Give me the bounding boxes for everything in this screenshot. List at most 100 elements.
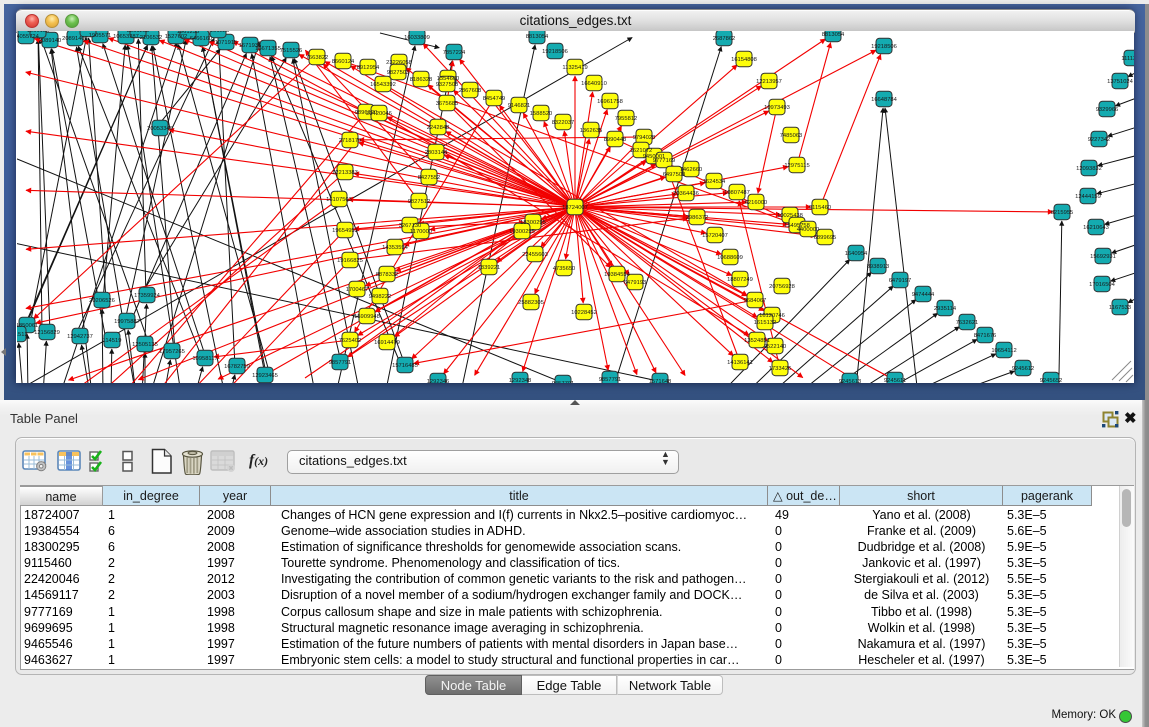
svg-text:2986372: 2986372	[686, 215, 709, 221]
svg-text:22455603: 22455603	[522, 252, 548, 258]
svg-text:8912954: 8912954	[357, 65, 380, 71]
svg-text:4400000: 4400000	[797, 227, 820, 233]
svg-text:1170000: 1170000	[410, 229, 432, 235]
svg-text:20364436: 20364436	[673, 191, 699, 197]
svg-text:18300295: 18300295	[520, 220, 546, 226]
svg-text:1066133: 1066133	[27, 31, 50, 34]
svg-text:8471676: 8471676	[974, 333, 997, 339]
svg-text:9827512: 9827512	[408, 199, 431, 205]
svg-text:16120746: 16120746	[759, 313, 785, 319]
svg-text:2687862: 2687862	[713, 36, 736, 42]
svg-text:6479193: 6479193	[624, 280, 647, 286]
svg-text:12156829: 12156829	[34, 330, 60, 336]
svg-text:12093832: 12093832	[1076, 166, 1102, 172]
svg-text:10958117: 10958117	[192, 356, 217, 362]
svg-text:7625402: 7625402	[339, 338, 362, 344]
svg-text:19384554: 19384554	[604, 272, 631, 278]
svg-text:2242848: 2242848	[427, 125, 450, 131]
svg-text:12923465: 12923465	[252, 373, 278, 379]
svg-text:19300295: 19300295	[509, 229, 535, 235]
svg-text:8813054: 8813054	[822, 32, 845, 38]
svg-text:18807249: 18807249	[727, 277, 753, 283]
svg-text:6466160: 6466160	[190, 36, 213, 42]
svg-text:1905571: 1905571	[89, 33, 112, 39]
svg-text:7955812: 7955812	[615, 116, 638, 122]
svg-text:1292348: 1292348	[509, 378, 532, 383]
svg-text:8215955: 8215955	[1051, 210, 1074, 216]
svg-text:12975115: 12975115	[784, 163, 809, 169]
svg-text:8660124: 8660124	[332, 59, 355, 65]
svg-text:16914479: 16914479	[374, 340, 400, 346]
svg-text:1733426: 1733426	[769, 366, 792, 372]
svg-text:12505135: 12505135	[132, 342, 158, 348]
svg-text:12444159: 12444159	[1075, 194, 1101, 200]
svg-text:13751024: 13751024	[1107, 79, 1134, 85]
svg-text:1961235: 1961235	[177, 31, 200, 35]
svg-text:9245612: 9245612	[1012, 366, 1035, 372]
svg-text:6216000: 6216000	[745, 200, 768, 206]
svg-text:7515526: 7515526	[280, 48, 303, 54]
svg-text:7485063: 7485063	[780, 133, 803, 139]
svg-text:8186328: 8186328	[410, 77, 433, 83]
svg-text:2718170: 2718170	[339, 138, 362, 144]
svg-text:16154808: 16154808	[731, 57, 757, 63]
svg-text:9329966: 9329966	[1096, 107, 1119, 113]
svg-text:1700467: 1700467	[346, 287, 369, 293]
svg-text:2935114: 2935114	[934, 306, 957, 312]
svg-text:10654112: 10654112	[991, 348, 1016, 354]
svg-text:6497508: 6497508	[663, 172, 686, 178]
svg-text:25882305: 25882305	[518, 300, 544, 306]
svg-text:9827503: 9827503	[387, 70, 410, 76]
svg-text:10807487: 10807487	[724, 190, 750, 196]
svg-text:19218506: 19218506	[542, 49, 568, 55]
svg-text:6899695: 6899695	[814, 235, 837, 241]
svg-text:9146821: 9146821	[508, 103, 531, 109]
svg-text:2867608: 2867608	[459, 88, 482, 94]
svg-text:1571648: 1571648	[649, 379, 672, 383]
svg-text:4735650: 4735650	[553, 266, 576, 272]
svg-text:16107563: 16107563	[326, 197, 352, 203]
svg-text:23226058: 23226058	[386, 60, 412, 66]
svg-text:18724007: 18724007	[562, 205, 588, 211]
svg-text:9794028: 9794028	[633, 135, 656, 141]
svg-text:15692931: 15692931	[1090, 254, 1116, 260]
svg-text:7663822: 7663822	[306, 55, 329, 61]
svg-text:16210643: 16210643	[1083, 225, 1109, 231]
svg-text:16671355: 16671355	[255, 46, 281, 52]
svg-text:1071915: 1071915	[215, 40, 238, 46]
svg-text:7857224: 7857224	[443, 50, 466, 56]
svg-text:20891406: 20891406	[62, 36, 88, 42]
svg-text:10228452: 10228452	[571, 310, 597, 316]
svg-text:8990448: 8990448	[604, 137, 627, 143]
svg-text:1292346: 1292346	[427, 379, 450, 383]
svg-text:12213957: 12213957	[756, 79, 782, 85]
svg-text:15720407: 15720407	[702, 233, 728, 239]
svg-text:20053346: 20053346	[147, 126, 173, 132]
svg-text:12942737: 12942737	[67, 334, 93, 340]
svg-text:1640954: 1640954	[845, 251, 868, 257]
svg-text:16640910: 16640910	[581, 81, 607, 87]
svg-text:19654953: 19654953	[332, 228, 358, 234]
svg-text:9245613: 9245613	[839, 379, 862, 383]
svg-text:391513: 391513	[17, 332, 28, 338]
svg-text:15716485: 15716485	[392, 363, 418, 369]
svg-text:1850061: 1850061	[17, 323, 38, 329]
svg-text:8878332: 8878332	[376, 272, 399, 278]
svg-text:9327508: 9327508	[436, 82, 459, 88]
svg-text:23420046: 23420046	[366, 111, 392, 117]
svg-text:9227342: 9227342	[1088, 137, 1111, 143]
svg-text:114519: 114519	[103, 338, 122, 344]
svg-text:2522140: 2522140	[764, 344, 787, 350]
svg-text:8813054: 8813054	[526, 34, 549, 40]
svg-text:8938913: 8938913	[867, 264, 890, 270]
svg-text:9245652: 9245652	[1040, 378, 1063, 383]
svg-text:2106532: 2106532	[140, 35, 163, 41]
svg-text:3675685: 3675685	[436, 101, 459, 107]
svg-text:17359924: 17359924	[134, 293, 161, 299]
svg-text:7151526: 7151526	[207, 31, 230, 34]
svg-text:2089140: 2089140	[39, 38, 62, 44]
svg-text:9474444: 9474444	[912, 292, 935, 298]
svg-text:1111325: 1111325	[1121, 56, 1134, 62]
svg-text:2803144: 2803144	[425, 150, 448, 156]
svg-text:14055724: 14055724	[17, 34, 40, 40]
